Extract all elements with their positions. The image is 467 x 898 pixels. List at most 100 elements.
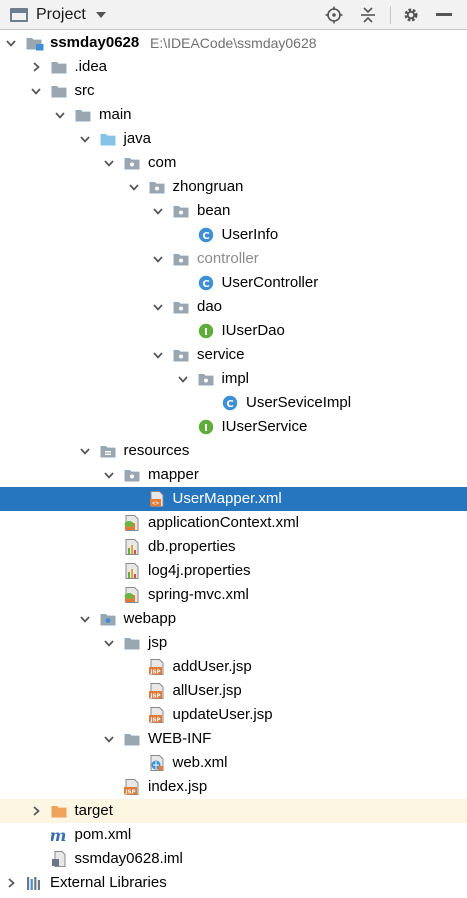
tree-folder-webapp[interactable]: webapp	[0, 607, 467, 631]
chevron-right-icon[interactable]	[30, 61, 42, 73]
tree-folder-target[interactable]: target	[0, 799, 467, 823]
chevron-down-icon[interactable]	[103, 733, 115, 745]
package-icon	[149, 179, 165, 195]
tree-node-label: target	[74, 802, 113, 819]
tree-file-spring-mvc-xml[interactable]: spring-mvc.xml	[0, 583, 467, 607]
package-icon	[124, 467, 140, 483]
tree-package-service[interactable]: service	[0, 343, 467, 367]
tree-folder-web-inf[interactable]: WEB-INF	[0, 727, 467, 751]
chevron-down-icon[interactable]	[79, 445, 91, 457]
svg-text:JSP: JSP	[149, 669, 160, 675]
tree-node-label: src	[74, 82, 95, 99]
chevron-down-icon[interactable]	[5, 37, 17, 49]
collapse-all-icon[interactable]	[357, 4, 379, 26]
chevron-down-icon[interactable]	[103, 637, 115, 649]
tree-file-usermapper-xml[interactable]: <> UserMapper.xml	[0, 487, 467, 511]
svg-text:I: I	[204, 327, 208, 338]
package-icon	[124, 155, 140, 171]
tree-file-index-jsp[interactable]: JSP index.jsp	[0, 775, 467, 799]
tree-file-pom-xml[interactable]: m pom.xml	[0, 823, 467, 847]
tree-package-controller[interactable]: controller	[0, 247, 467, 271]
hide-icon[interactable]	[433, 4, 455, 26]
chevron-down-icon[interactable]	[152, 253, 164, 265]
project-tool-window-header: Project	[0, 0, 467, 30]
java-interface-icon: I	[198, 419, 214, 435]
tree-root-module[interactable]: ssmday0628 E:\IDEACode\ssmday0628	[0, 31, 467, 55]
svg-text:m: m	[51, 827, 66, 843]
props-file-icon	[124, 539, 140, 555]
resources-folder-icon	[100, 443, 116, 459]
settings-gear-icon[interactable]	[400, 4, 422, 26]
svg-text:C: C	[202, 279, 209, 290]
jsp-file-icon: JSP	[148, 683, 165, 699]
springxml-file-icon	[124, 587, 140, 603]
tree-interface-iuserservice[interactable]: I IUserService	[0, 415, 467, 439]
tree-file-updateuser-jsp[interactable]: JSP updateUser.jsp	[0, 703, 467, 727]
tree-node-label: resources	[123, 442, 190, 459]
folder-icon	[124, 731, 140, 747]
tree-node-label: IUserDao	[221, 322, 285, 339]
tree-file-alluser-jsp[interactable]: JSP allUser.jsp	[0, 679, 467, 703]
tree-node-label: updateUser.jsp	[172, 706, 273, 723]
tree-node-label: jsp	[148, 634, 168, 651]
tree-package-impl[interactable]: impl	[0, 367, 467, 391]
tree-package-zhongruan[interactable]: zhongruan	[0, 175, 467, 199]
tree-node-label: ssmday0628.iml	[74, 850, 183, 867]
tree-folder-jsp[interactable]: jsp	[0, 631, 467, 655]
tree-node-label: WEB-INF	[148, 730, 212, 747]
tree-node-label: zhongruan	[172, 178, 244, 195]
tree-folder-main[interactable]: main	[0, 103, 467, 127]
tree-package-com[interactable]: com	[0, 151, 467, 175]
tree-node-label: webapp	[123, 610, 177, 627]
chevron-down-icon[interactable]	[152, 205, 164, 217]
locate-icon[interactable]	[323, 4, 345, 26]
iml-file-icon	[51, 851, 67, 867]
tree-node-label: ssmday0628	[50, 34, 140, 51]
tree-node-label: spring-mvc.xml	[148, 586, 249, 603]
package-icon	[173, 203, 189, 219]
tree-file-db-properties[interactable]: db.properties	[0, 535, 467, 559]
tree-package-mapper[interactable]: mapper	[0, 463, 467, 487]
jsp-file-icon: JSP	[148, 659, 165, 675]
tree-node-label: web.xml	[172, 754, 228, 771]
tree-file-log4j-properties[interactable]: log4j.properties	[0, 559, 467, 583]
folder-icon	[51, 59, 67, 75]
svg-text:C: C	[226, 399, 233, 410]
tree-class-usercontroller[interactable]: C UserController	[0, 271, 467, 295]
tree-node-label: dao	[197, 298, 223, 315]
chevron-right-icon[interactable]	[30, 805, 42, 817]
tree-folder-java[interactable]: java	[0, 127, 467, 151]
java-class-icon: C	[222, 395, 238, 411]
folder-icon	[51, 83, 67, 99]
chevron-down-icon[interactable]	[54, 109, 66, 121]
chevron-down-icon[interactable]	[79, 613, 91, 625]
tree-package-bean[interactable]: bean	[0, 199, 467, 223]
tree-folder-idea[interactable]: .idea	[0, 55, 467, 79]
tree-node-label: UserInfo	[221, 226, 279, 243]
chevron-down-icon[interactable]	[128, 181, 140, 193]
tree-class-userseviceimpl[interactable]: C UserSeviceImpl	[0, 391, 467, 415]
tree-file-applicationcontext-xml[interactable]: applicationContext.xml	[0, 511, 467, 535]
chevron-down-icon[interactable]	[152, 301, 164, 313]
chevron-down-icon[interactable]	[30, 85, 42, 97]
tree-node-label: service	[197, 346, 245, 363]
tree-node-label: controller	[197, 250, 259, 267]
tree-file-adduser-jsp[interactable]: JSP addUser.jsp	[0, 655, 467, 679]
tree-file-web-xml[interactable]: web.xml	[0, 751, 467, 775]
tree-package-dao[interactable]: dao	[0, 295, 467, 319]
chevron-right-icon[interactable]	[5, 877, 17, 889]
tree-file-ssmday0628-iml[interactable]: ssmday0628.iml	[0, 847, 467, 871]
chevron-down-icon[interactable]	[103, 469, 115, 481]
view-selector[interactable]: Project	[10, 4, 106, 26]
chevron-down-icon[interactable]	[177, 373, 189, 385]
tree-class-userinfo[interactable]: C UserInfo	[0, 223, 467, 247]
chevron-down-icon[interactable]	[79, 133, 91, 145]
tree-external-libraries[interactable]: External Libraries	[0, 871, 467, 895]
tree-node-label: UserController	[221, 274, 319, 291]
tree-interface-iuserdao[interactable]: I IUserDao	[0, 319, 467, 343]
tree-folder-src[interactable]: src	[0, 79, 467, 103]
tree-folder-resources[interactable]: resources	[0, 439, 467, 463]
chevron-down-icon[interactable]	[152, 349, 164, 361]
chevron-down-icon[interactable]	[103, 157, 115, 169]
chevron-down-icon[interactable]	[95, 12, 106, 18]
